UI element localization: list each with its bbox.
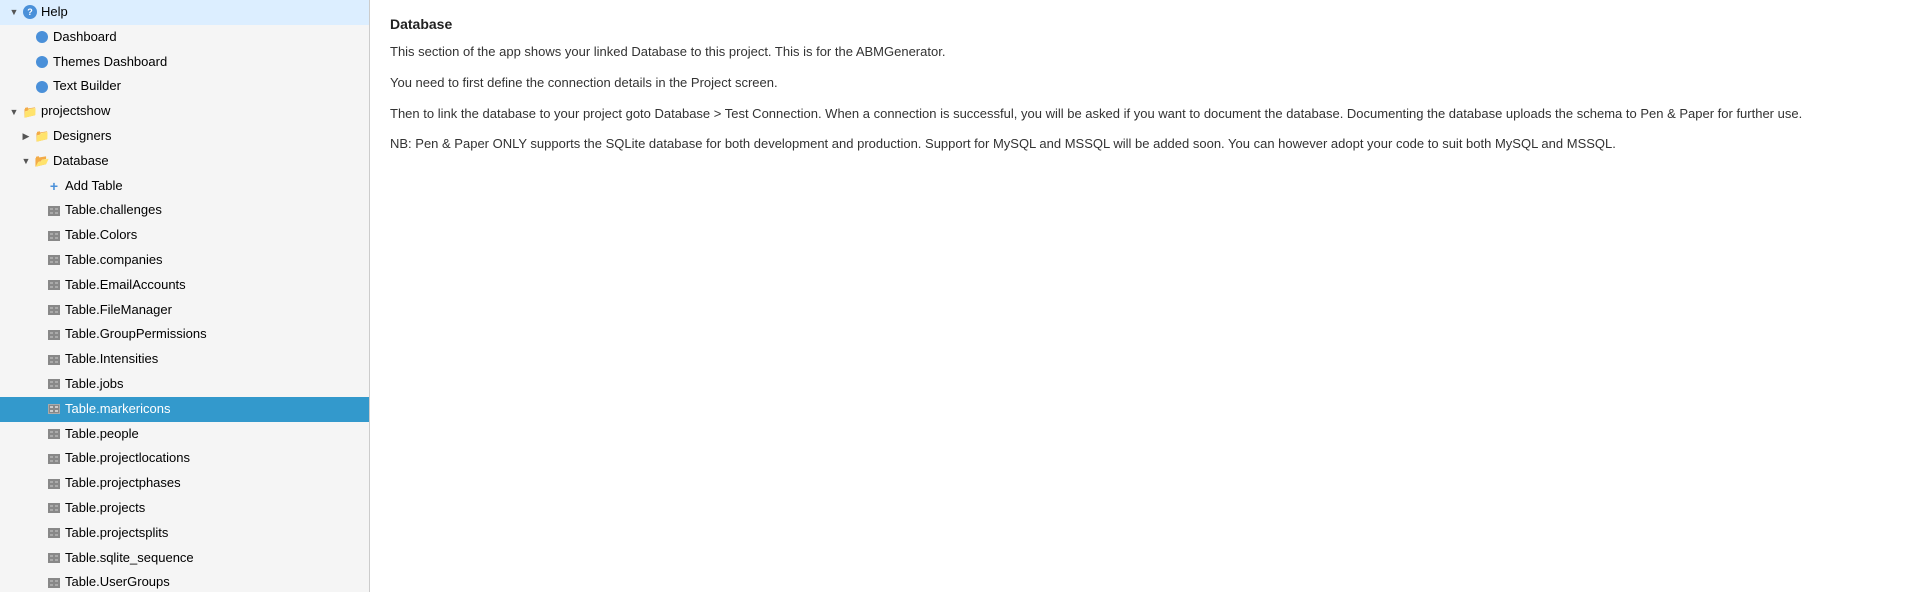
- sidebar-item-text-builder[interactable]: ▶ Text Builder: [0, 74, 369, 99]
- designers-icon: 📁: [34, 128, 50, 144]
- sidebar-item-table-jobs[interactable]: ▶ Table.jobs: [0, 372, 369, 397]
- sidebar-label-table-projectsplits: Table.projectsplits: [65, 523, 168, 544]
- table-emailaccounts-icon: [46, 277, 62, 293]
- table-projectsplits-icon: [46, 525, 62, 541]
- sidebar-label-table-projects: Table.projects: [65, 498, 145, 519]
- sidebar-item-table-filemanager[interactable]: ▶ Table.FileManager: [0, 298, 369, 323]
- sidebar-label-help: Help: [41, 2, 68, 23]
- sidebar-item-table-grouppermissions[interactable]: ▶ Table.GroupPermissions: [0, 322, 369, 347]
- sidebar-label-database: Database: [53, 151, 109, 172]
- sidebar-label-table-people: Table.people: [65, 424, 139, 445]
- sidebar-item-table-intensities[interactable]: ▶ Table.Intensities: [0, 347, 369, 372]
- sidebar-label-table-projectphases: Table.projectphases: [65, 473, 181, 494]
- main-para-1: This section of the app shows your linke…: [390, 42, 1896, 63]
- sidebar-label-themes-dashboard: Themes Dashboard: [53, 52, 167, 73]
- main-para-4: NB: Pen & Paper ONLY supports the SQLite…: [390, 134, 1896, 155]
- table-grouppermissions-icon: [46, 327, 62, 343]
- table-usergroups-icon: [46, 575, 62, 591]
- sidebar-label-table-grouppermissions: Table.GroupPermissions: [65, 324, 207, 345]
- sidebar: ▼ ? Help ▶ Dashboard ▶ Themes Dashboard …: [0, 0, 370, 592]
- main-content: Database This section of the app shows y…: [370, 0, 1916, 592]
- sidebar-label-table-challenges: Table.challenges: [65, 200, 162, 221]
- page-title: Database: [390, 16, 1896, 32]
- sidebar-item-table-emailaccounts[interactable]: ▶ Table.EmailAccounts: [0, 273, 369, 298]
- table-colors-icon: [46, 228, 62, 244]
- sidebar-label-table-jobs: Table.jobs: [65, 374, 124, 395]
- table-sqlite-sequence-icon: [46, 550, 62, 566]
- dashboard-icon: [34, 29, 50, 45]
- sidebar-item-projectshow[interactable]: ▼ 📁 projectshow: [0, 99, 369, 124]
- sidebar-label-table-sqlite-sequence: Table.sqlite_sequence: [65, 548, 194, 569]
- expand-arrow-database: ▼: [20, 155, 32, 167]
- themes-dashboard-icon: [34, 54, 50, 70]
- sidebar-item-dashboard[interactable]: ▶ Dashboard: [0, 25, 369, 50]
- sidebar-label-table-projectlocations: Table.projectlocations: [65, 448, 190, 469]
- sidebar-label-table-usergroups: Table.UserGroups: [65, 572, 170, 592]
- sidebar-item-table-colors[interactable]: ▶ Table.Colors: [0, 223, 369, 248]
- table-companies-icon: [46, 252, 62, 268]
- sidebar-item-table-projectlocations[interactable]: ▶ Table.projectlocations: [0, 446, 369, 471]
- sidebar-label-add-table: Add Table: [65, 176, 123, 197]
- sidebar-item-themes-dashboard[interactable]: ▶ Themes Dashboard: [0, 50, 369, 75]
- sidebar-label-table-companies: Table.companies: [65, 250, 163, 271]
- table-projects-icon: [46, 500, 62, 516]
- sidebar-label-projectshow: projectshow: [41, 101, 110, 122]
- sidebar-item-table-challenges[interactable]: ▶ Table.challenges: [0, 198, 369, 223]
- sidebar-item-table-usergroups[interactable]: ▶ Table.UserGroups: [0, 570, 369, 592]
- sidebar-item-table-projectsplits[interactable]: ▶ Table.projectsplits: [0, 521, 369, 546]
- database-icon: 📂: [34, 153, 50, 169]
- sidebar-item-table-companies[interactable]: ▶ Table.companies: [0, 248, 369, 273]
- main-para-2: You need to first define the connection …: [390, 73, 1896, 94]
- sidebar-item-database[interactable]: ▼ 📂 Database: [0, 149, 369, 174]
- table-intensities-icon: [46, 352, 62, 368]
- expand-arrow-projectshow: ▼: [8, 106, 20, 118]
- sidebar-label-table-emailaccounts: Table.EmailAccounts: [65, 275, 186, 296]
- sidebar-item-table-sqlite-sequence[interactable]: ▶ Table.sqlite_sequence: [0, 546, 369, 571]
- sidebar-item-table-people[interactable]: ▶ Table.people: [0, 422, 369, 447]
- expand-arrow-help: ▼: [8, 6, 20, 18]
- sidebar-label-table-markericons: Table.markericons: [65, 399, 171, 420]
- main-para-3: Then to link the database to your projec…: [390, 104, 1896, 125]
- sidebar-item-table-markericons[interactable]: ▶ Table.markericons: [0, 397, 369, 422]
- sidebar-label-dashboard: Dashboard: [53, 27, 117, 48]
- table-people-icon: [46, 426, 62, 442]
- sidebar-item-add-table[interactable]: ▶ + Add Table: [0, 174, 369, 199]
- sidebar-item-table-projectphases[interactable]: ▶ Table.projectphases: [0, 471, 369, 496]
- add-table-icon: +: [46, 178, 62, 194]
- table-jobs-icon: [46, 376, 62, 392]
- sidebar-item-table-projects[interactable]: ▶ Table.projects: [0, 496, 369, 521]
- expand-arrow-designers: ▶: [20, 130, 32, 142]
- help-icon: ?: [22, 4, 38, 20]
- projectshow-icon: 📁: [22, 104, 38, 120]
- table-projectphases-icon: [46, 476, 62, 492]
- sidebar-label-designers: Designers: [53, 126, 112, 147]
- sidebar-item-designers[interactable]: ▶ 📁 Designers: [0, 124, 369, 149]
- table-filemanager-icon: [46, 302, 62, 318]
- sidebar-label-table-colors: Table.Colors: [65, 225, 137, 246]
- sidebar-label-text-builder: Text Builder: [53, 76, 121, 97]
- sidebar-label-table-intensities: Table.Intensities: [65, 349, 158, 370]
- text-builder-icon: [34, 79, 50, 95]
- table-markericons-icon: [46, 401, 62, 417]
- sidebar-label-table-filemanager: Table.FileManager: [65, 300, 172, 321]
- table-challenges-icon: [46, 203, 62, 219]
- table-projectlocations-icon: [46, 451, 62, 467]
- sidebar-item-help[interactable]: ▼ ? Help: [0, 0, 369, 25]
